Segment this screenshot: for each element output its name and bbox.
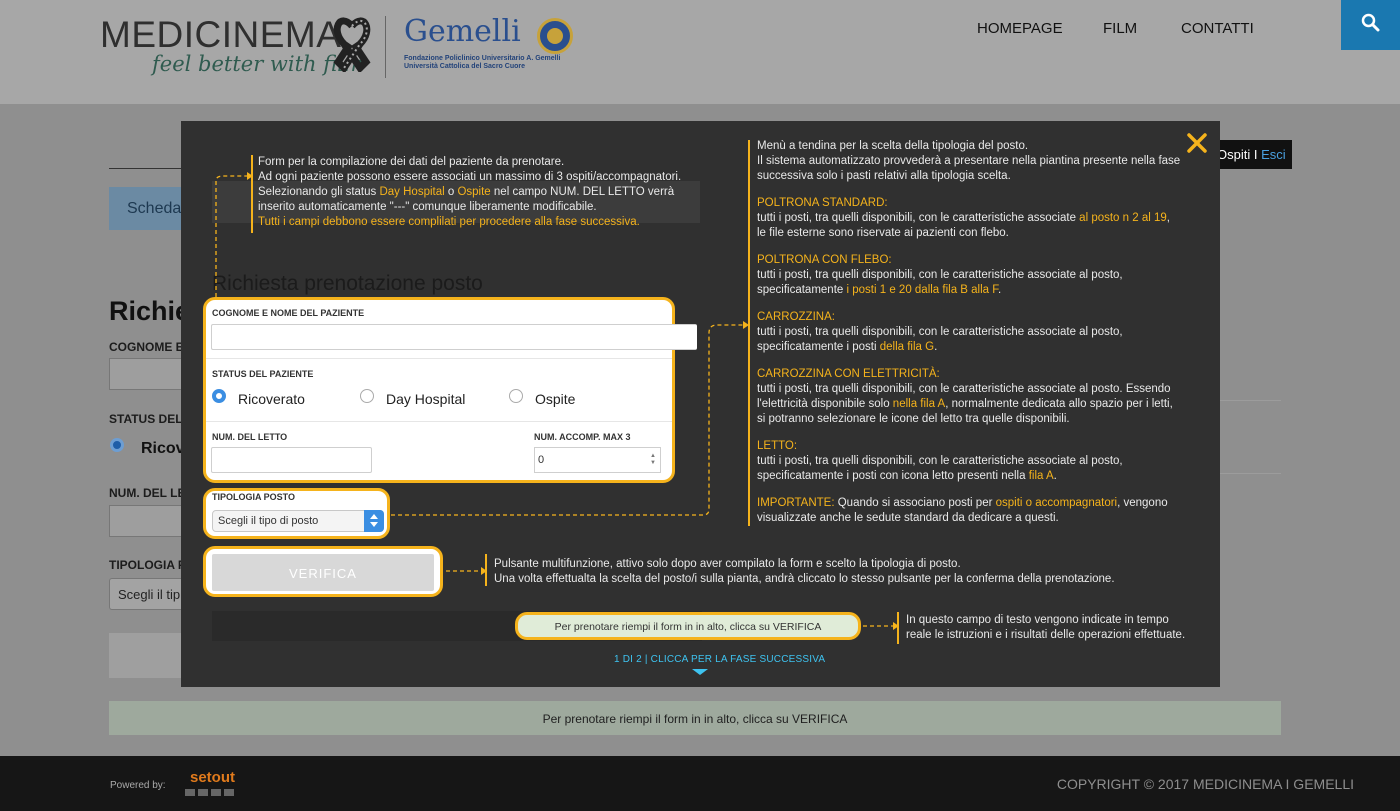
status-radio-day-hospital[interactable] [360,389,374,403]
bed-number-input[interactable] [211,447,372,473]
logout-link[interactable]: Esci [1261,147,1286,162]
powered-by-label: Powered by: [110,780,166,791]
pager-hint: CLICCA PER LA FASE SUCCESSIVA [650,654,826,665]
form-divider [206,421,672,422]
guests-count-stepper[interactable]: 0 ▲ ▼ [534,447,661,473]
seat-type-value: Scegli il tipo di posto [218,515,319,527]
gemelli-subtitle-2: Università Cattolica del Sacro Cuore [404,63,525,70]
status-radio-ospite[interactable] [509,389,523,403]
status-message-field: Per prenotare riempi il form in in alto,… [515,612,861,640]
gemelli-subtitle-1: Fondazione Policlinico Universitario A. … [404,55,561,62]
next-step-arrow-icon[interactable] [692,669,708,675]
seat-type-select[interactable]: Scegli il tip [109,578,189,610]
form-divider [1220,400,1281,401]
patient-name-label: COGNOME E NOME DEL PAZIENTE [212,308,365,318]
logo-divider [385,16,386,78]
nav-contatti[interactable]: CONTATTI [1181,20,1254,37]
pager-step: 1 DI 2 [614,654,642,665]
seat-type-label: TIPOLOGIA POSTO [212,492,296,502]
status-option-ospite[interactable]: Ospite [535,391,575,407]
form-divider [206,358,672,359]
verify-button-bg[interactable] [109,633,189,678]
patient-status-label: STATUS DEL PAZIENTE [212,369,314,379]
film-ribbon-icon [333,17,371,72]
search-icon [1361,13,1380,32]
tutorial-pager[interactable]: 1 DI 2 | CLICCA PER LA FASE SUCCESSIVA [614,654,825,665]
gemelli-logo[interactable]: Gemelli Fondazione Policlinico Universit… [404,14,561,71]
logo-wordmark: MEDICINEMA [100,14,342,55]
guests-count-value: 0 [538,454,545,466]
status-message-bar: Per prenotare riempi il form in in alto,… [109,701,1281,735]
setout-logo[interactable]: setout [183,768,243,802]
verify-button[interactable]: VERIFICA [212,554,434,591]
search-button[interactable] [1341,0,1400,50]
status-option-ricoverato[interactable]: Ricoverato [238,391,305,407]
site-footer: Powered by: setout COPYRIGHT © 2017 MEDI… [0,756,1400,811]
site-header: MEDICINEMA feel better with film Gemelli… [0,0,1400,104]
status-option-day-hospital[interactable]: Day Hospital [386,391,465,407]
nav-homepage[interactable]: HOMEPAGE [977,20,1063,37]
patient-name-input[interactable] [109,358,189,390]
medicinema-logo[interactable]: MEDICINEMA feel better with film [100,14,364,76]
seat-type-select[interactable]: Scegli il tipo di posto [212,510,384,532]
user-guest-label: Ospiti I [1217,147,1262,162]
nav-film[interactable]: FILM [1103,20,1137,37]
bed-number-input[interactable] [109,505,189,537]
university-seal-icon [537,18,573,54]
copyright: COPYRIGHT © 2017 MEDICINEMA I GEMELLI [1056,776,1354,792]
setout-logo-text: setout [190,769,235,786]
guests-count-label: NUM. ACCOMP. MAX 3 [534,432,631,442]
status-radio-ricoverato[interactable] [212,389,226,403]
page-title: Richie [109,296,191,326]
bed-number-label: NUM. DEL LETTO [212,432,288,442]
patient-name-input[interactable] [211,324,697,350]
select-arrows-icon[interactable] [364,510,384,532]
form-divider [1220,473,1281,474]
status-radio-ricoverato[interactable] [110,438,124,452]
stepper-arrows-icon[interactable]: ▲ ▼ [650,453,656,467]
user-box: Ospiti I Esci [1210,140,1292,169]
